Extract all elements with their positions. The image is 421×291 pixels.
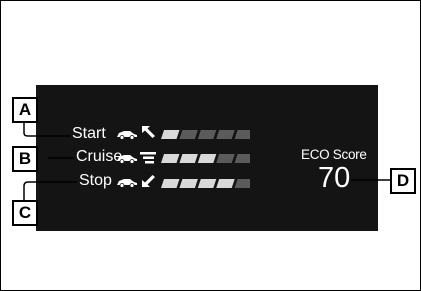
callout-a: A — [12, 97, 38, 123]
callout-d: D — [390, 168, 416, 194]
callout-c: C — [12, 200, 38, 226]
callout-b: B — [12, 146, 38, 172]
callout-connectors — [23, 122, 390, 200]
